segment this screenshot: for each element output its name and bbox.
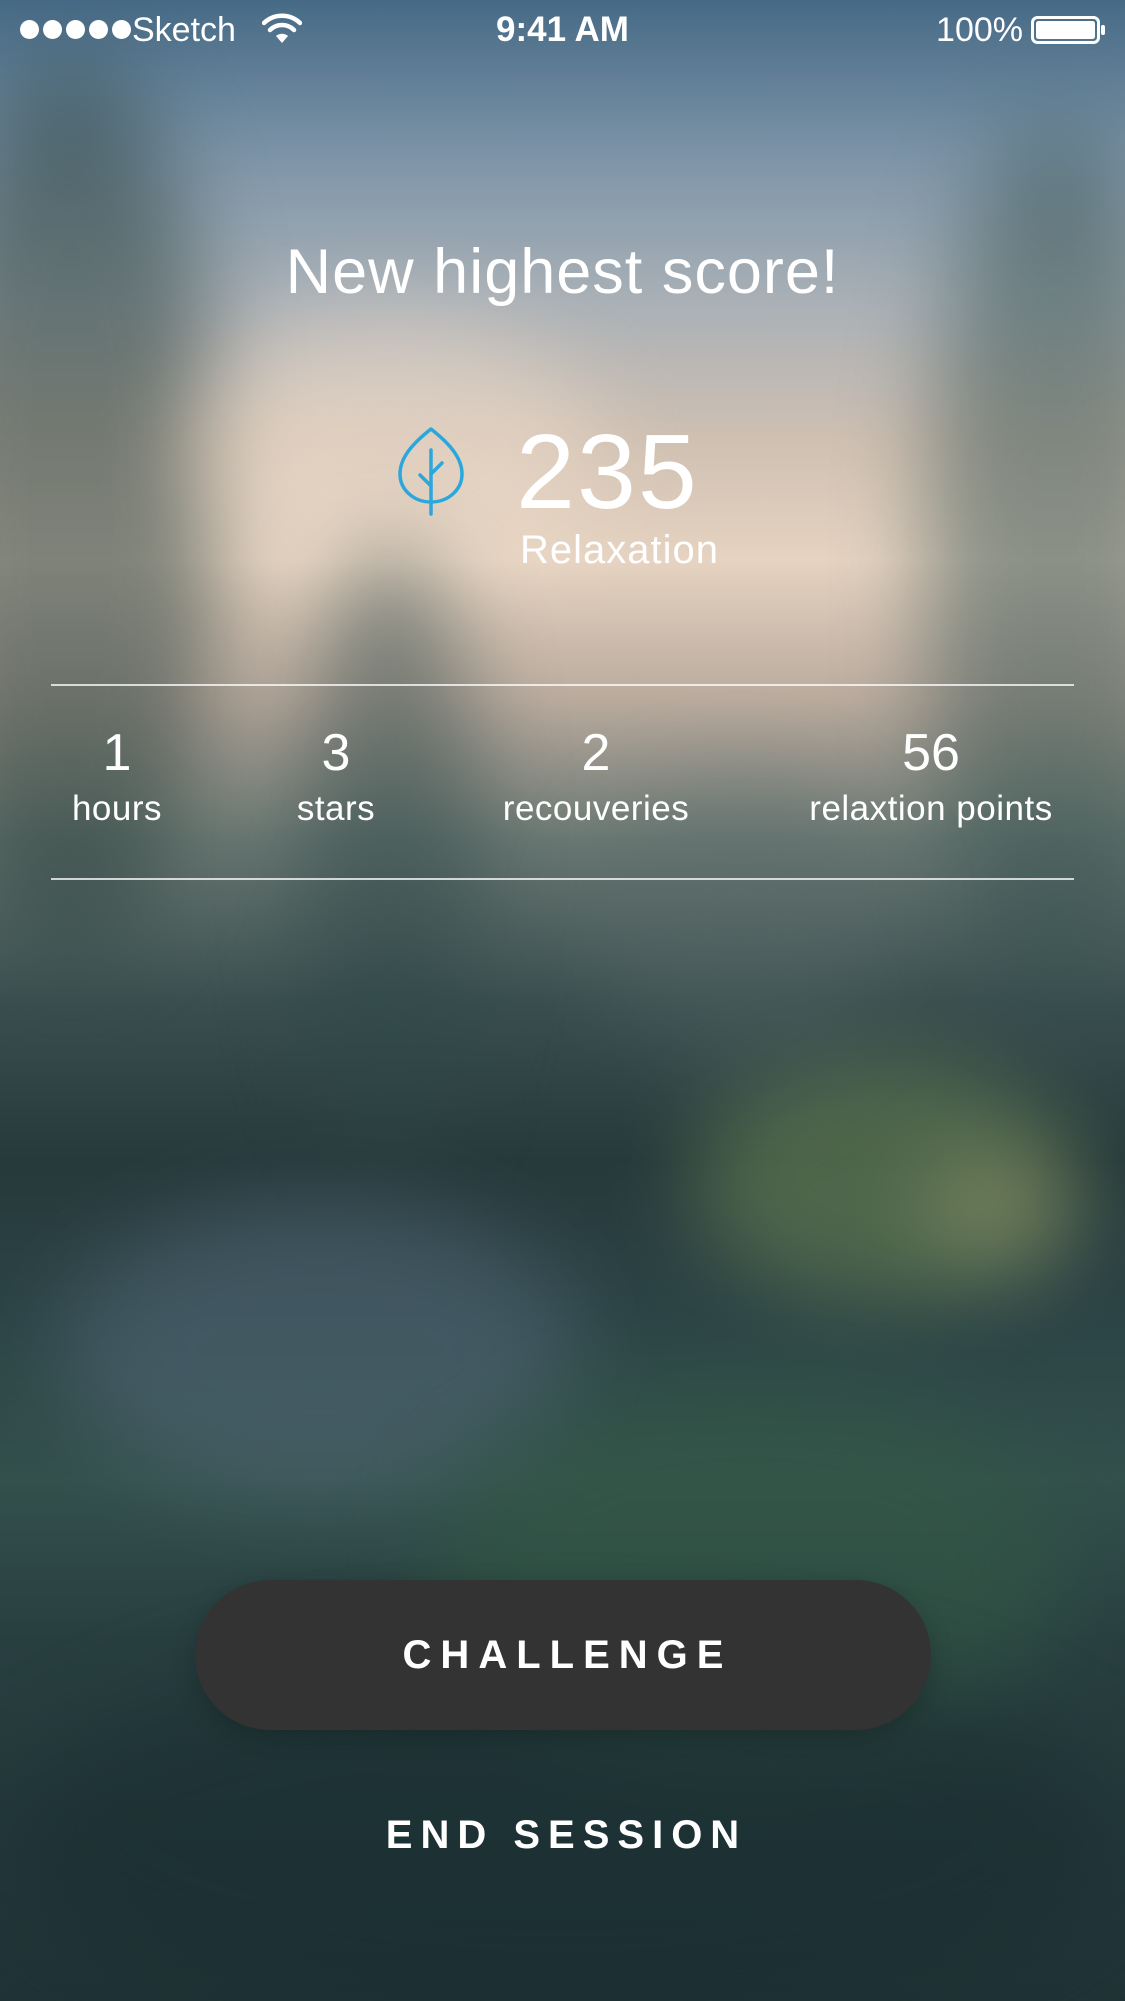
stat-hours: 1 hours [72,720,162,832]
leaf-icon [398,427,464,516]
challenge-button[interactable]: CHALLENGE [195,1580,931,1730]
stat-label: stars [296,789,376,828]
stat-label: hours [71,789,163,828]
score-value: 235 [516,413,699,531]
end-session-button[interactable]: END SESSION [300,1805,825,1865]
stats-divider-top [51,684,1074,686]
page-title: New highest score! [285,237,840,307]
score-label: Relaxation [520,528,720,572]
stat-recoveries: 2 recouveries [503,720,689,832]
results-screen: Sketch 9:41 AM 100% New highest score! 2… [0,0,1125,2001]
stat-value: 3 [321,724,351,782]
battery-percentage: 100% [936,11,1023,49]
stats-divider-bottom [51,878,1074,880]
status-bar: Sketch 9:41 AM 100% [0,0,1125,62]
stat-value: 56 [902,724,960,782]
battery-full-icon [1031,16,1105,44]
stat-stars: 3 stars [297,720,375,832]
stat-label: relaxtion points [809,789,1053,828]
stat-label: recouveries [502,789,690,828]
stat-relaxation-points: 56 relaxtion points [809,720,1052,832]
stat-value: 2 [581,724,611,782]
stat-value: 1 [102,724,132,782]
